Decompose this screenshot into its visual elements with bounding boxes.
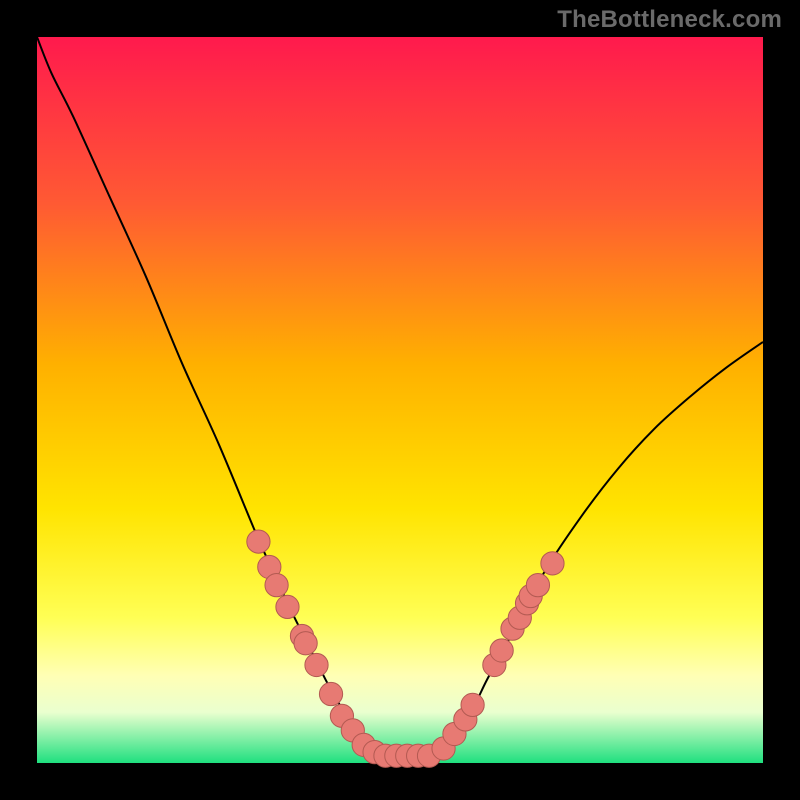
curve-marker: [276, 595, 299, 618]
curve-marker: [265, 574, 288, 597]
watermark-text: TheBottleneck.com: [557, 6, 782, 34]
curve-marker: [319, 682, 342, 705]
chart-frame: TheBottleneck.com: [0, 0, 800, 800]
plot-area: [37, 37, 763, 763]
curve-marker: [294, 632, 317, 655]
curve-marker: [247, 530, 270, 553]
curve-marker: [461, 693, 484, 716]
chart-svg: [0, 0, 800, 800]
curve-marker: [305, 653, 328, 676]
curve-marker: [541, 552, 564, 575]
curve-marker: [526, 574, 549, 597]
curve-marker: [490, 639, 513, 662]
